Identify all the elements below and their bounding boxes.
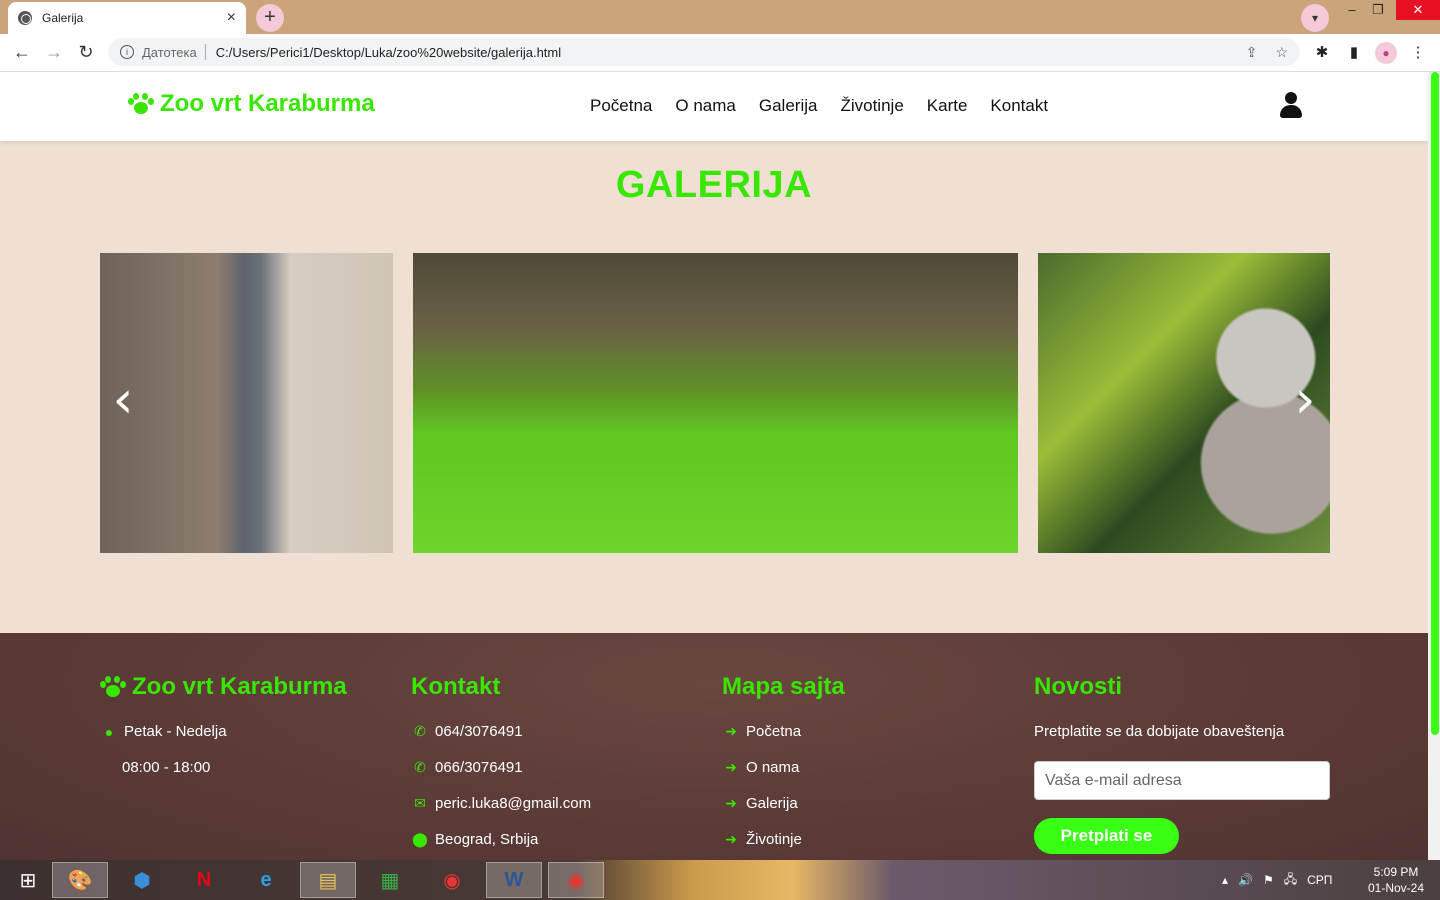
site-header: Zoo vrt Karaburma Početna O nama Galerij… [0,72,1428,141]
info-icon[interactable]: i [120,45,134,59]
store-icon[interactable]: ▦ [362,862,418,898]
sitemap-link-galerija[interactable]: Galerija [746,795,798,812]
separator [204,44,206,60]
gallery-image-koala[interactable] [1038,253,1330,553]
internet-explorer-icon[interactable]: e [238,862,294,898]
opening-hours: 08:00 - 18:00 [122,759,211,776]
phone-2[interactable]: 066/3076491 [435,759,523,776]
clock-date: 01-Nov-24 [1367,881,1425,895]
footer-col-about: Zoo vrt Karaburma ● Petak - Nedelja 08:0… [100,673,347,795]
tab-title: Galerija [42,11,84,25]
email-link[interactable]: peric.luka8@gmail.com [435,795,591,812]
page-viewport: Zoo vrt Karaburma Početna O nama Galerij… [0,72,1428,860]
carousel-prev-icon[interactable]: ‹ [108,374,138,428]
footer-col-newsletter: Novosti Pretplatite se da dobijate obave… [1034,673,1330,854]
scheme-label: Датотека [142,44,197,60]
reload-icon[interactable]: ↻ [74,40,98,64]
newsletter-text: Pretplatite se da dobijate obaveštenja [1034,723,1285,740]
network-icon[interactable]: 🖧 [1284,870,1297,891]
sitemap-link-zivotinje[interactable]: Životinje [746,831,802,848]
nav-item-kontakt[interactable]: Kontakt [990,96,1048,116]
file-explorer-icon[interactable]: ▤ [300,862,356,898]
paint-app-icon[interactable]: 🎨 [52,862,108,898]
back-icon[interactable]: ← [10,40,34,64]
site-logo[interactable]: Zoo vrt Karaburma [128,90,375,118]
nav-item-pocetna[interactable]: Početna [590,96,652,116]
globe-icon [18,11,32,25]
page-title: GALERIJA [615,164,813,206]
language-indicator[interactable]: СРП [1307,873,1332,887]
nav-item-o-nama[interactable]: O nama [675,96,735,116]
side-panel-icon[interactable]: ▮ [1343,42,1365,64]
new-tab-button[interactable]: + [256,4,284,32]
clock-icon: ● [104,723,114,740]
taskbar-clock[interactable]: 5:09 PM 01-Nov-24 [1356,864,1436,896]
nav-item-zivotinje[interactable]: Životinje [840,96,903,116]
footer-logo-text: Zoo vrt Karaburma [132,673,347,700]
close-tab-icon[interactable]: × [227,9,236,27]
footer-col-sitemap: Mapa sajta ➜ Početna ➜ O nama ➜ Galerija ➜ Ž… [722,673,845,860]
window-close-button[interactable]: ✕ [1396,0,1440,20]
address-bar[interactable]: i Датотека C:/Users/Perici1/Desktop/Luka… [108,38,1300,66]
newsletter-email-input[interactable] [1034,761,1330,800]
user-icon[interactable] [1279,92,1303,120]
arrow-right-icon: ➜ [725,759,737,775]
windows-start-icon[interactable]: ⊞ [0,862,56,898]
carousel-next-icon[interactable]: › [1290,374,1320,428]
menu-kebab-icon[interactable]: ⋮ [1407,42,1429,64]
browser-tab[interactable]: Galerija × [8,2,246,34]
chrome-icon[interactable]: ◉ [424,862,480,898]
opening-days-text: Petak - Nedelja [124,723,227,740]
netflix-icon[interactable]: N [176,862,232,898]
extensions-icon[interactable]: ✱ [1311,42,1333,64]
scrollbar-thumb[interactable] [1431,72,1439,735]
chrome-profile-icon[interactable]: ◉ [548,862,604,898]
app-shield-icon[interactable]: ⬢ [114,862,170,898]
paw-icon [100,676,126,698]
maximize-button[interactable]: ❐ [1362,0,1394,22]
arrow-right-icon: ➜ [725,831,737,847]
flag-icon[interactable]: ⚑ [1263,873,1274,887]
sitemap-link-o-nama[interactable]: O nama [746,759,799,776]
nav-item-galerija[interactable]: Galerija [759,96,818,116]
arrow-right-icon: ➜ [725,723,737,739]
site-footer: Zoo vrt Karaburma ● Petak - Nedelja 08:0… [0,633,1428,860]
nav-item-karte[interactable]: Karte [927,96,968,116]
footer-contact-title: Kontakt [411,673,501,700]
location-pin-icon: ⬤ [412,831,428,847]
phone-1[interactable]: 064/3076491 [435,723,523,740]
footer-logo: Zoo vrt Karaburma [100,673,347,701]
phone-icon: ✆ [414,723,426,739]
tab-search-button[interactable]: ▾ [1301,4,1329,32]
word-icon[interactable]: W [486,862,542,898]
opening-days: ● Petak - Nedelja [100,723,347,740]
share-icon[interactable]: ⇪ [1246,44,1258,61]
gallery-image-elephant[interactable] [100,253,393,553]
forward-icon[interactable]: → [42,40,66,64]
logo-text: Zoo vrt Karaburma [160,90,375,117]
bookmark-star-icon[interactable]: ☆ [1275,44,1288,61]
paw-icon [128,93,154,115]
arrow-right-icon: ➜ [725,795,737,811]
url-text[interactable]: C:/Users/Perici1/Desktop/Luka/zoo%20webs… [216,45,1228,60]
profile-avatar-icon[interactable]: ● [1375,42,1397,64]
phone-icon: ✆ [414,759,426,775]
clock-time: 5:09 PM [1373,865,1419,879]
main-nav: Početna O nama Galerija Životinje Karte … [590,96,1048,116]
tray-expand-icon[interactable]: ▴ [1222,873,1228,887]
footer-sitemap-title: Mapa sajta [722,673,845,700]
volume-icon[interactable]: 🔊 [1238,873,1253,887]
footer-col-contact: Kontakt ✆ 064/3076491 ✆ 066/3076491 ✉ peric… [411,673,591,860]
subscribe-button[interactable]: Pretplati se [1034,818,1179,854]
address-text: Beograd, Srbija [435,831,539,848]
envelope-icon: ✉ [414,795,426,811]
footer-newsletter-title: Novosti [1034,673,1123,700]
system-tray: ▴ 🔊 ⚑ 🖧 СРП [1222,862,1332,898]
sitemap-link-pocetna[interactable]: Početna [746,723,801,740]
gallery-image-zebra[interactable] [413,253,1018,553]
